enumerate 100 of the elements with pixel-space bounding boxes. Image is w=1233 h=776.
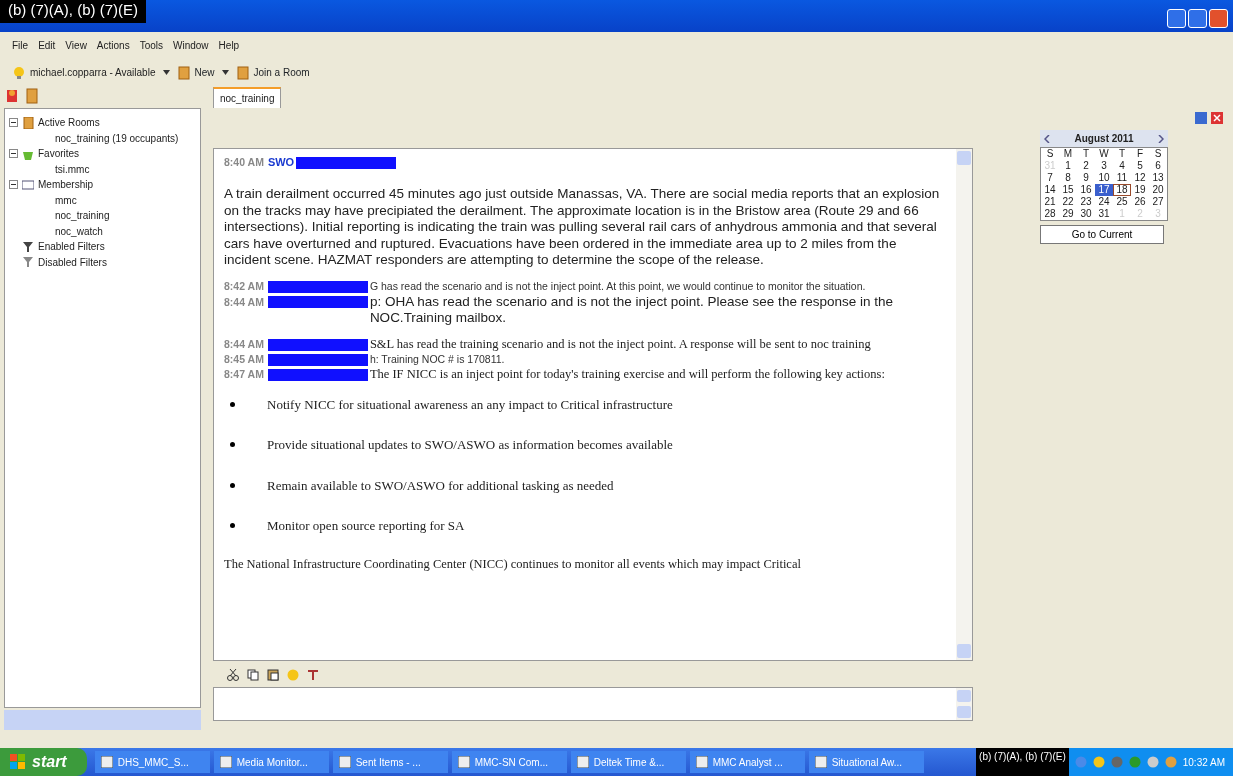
calendar-day[interactable]: 11 <box>1113 172 1131 184</box>
taskbar-button[interactable]: DHS_MMC_S... <box>94 751 210 773</box>
calendar-day[interactable]: 1 <box>1059 160 1077 172</box>
message-time: 8:45 AM <box>224 353 264 365</box>
tree-item[interactable]: Favorites <box>38 146 80 162</box>
window-icon <box>219 756 232 768</box>
menu-item[interactable]: Help <box>218 38 240 53</box>
scrollbar[interactable] <box>4 710 201 730</box>
room-tab[interactable]: noc_training <box>213 87 282 108</box>
dropdown-caret-icon[interactable] <box>163 70 171 75</box>
taskbar-button[interactable]: MMC-SN Com... <box>451 751 567 773</box>
tree-item[interactable]: Active Rooms <box>38 115 100 131</box>
calendar-day[interactable]: 20 <box>1149 184 1167 196</box>
calendar-day[interactable]: 3 <box>1095 160 1113 172</box>
menu-item[interactable]: Actions <box>96 38 130 53</box>
tray-icon[interactable] <box>1146 756 1159 768</box>
close-button[interactable] <box>1209 9 1228 28</box>
tree-item[interactable]: Disabled Filters <box>38 254 107 270</box>
menu-item[interactable]: Tools <box>139 38 163 53</box>
chevron-right-icon[interactable] <box>1158 134 1164 143</box>
calendar-day[interactable]: 5 <box>1131 160 1149 172</box>
calendar-day[interactable]: 17 <box>1095 184 1113 196</box>
maximize-button[interactable] <box>1188 9 1207 28</box>
calendar-day[interactable]: 30 <box>1077 208 1095 220</box>
calendar-day[interactable]: 12 <box>1131 172 1149 184</box>
bullet-icon <box>230 482 235 488</box>
paste-icon[interactable] <box>267 669 279 681</box>
calendar-day[interactable]: 19 <box>1131 184 1149 196</box>
chevron-left-icon[interactable] <box>1044 134 1050 143</box>
tree-item[interactable]: noc_watch <box>55 223 103 239</box>
font-icon[interactable] <box>307 669 319 681</box>
message-text: The National Infrastructure Coordinating Center (NICC) continues to monitor all events which may impact Critical <box>224 556 801 572</box>
scissors-icon[interactable] <box>227 669 239 681</box>
calendar-day[interactable]: 13 <box>1149 172 1167 184</box>
message-time: 8:44 AM <box>224 337 264 350</box>
message-text: The IF NICC is an inject point for today's training exercise and will perform the following key actions: <box>369 367 885 383</box>
window-icon <box>695 756 708 768</box>
calendar-day[interactable]: 14 <box>1041 184 1059 196</box>
taskbar-button[interactable]: Deltek Time &... <box>570 751 686 773</box>
tree-item[interactable]: noc_training <box>55 208 110 224</box>
filter-icon <box>22 256 34 269</box>
menu-item[interactable]: File <box>12 38 29 53</box>
calendar-day[interactable]: 21 <box>1041 196 1059 208</box>
tree-item[interactable]: tsi.mmc <box>55 161 90 177</box>
tree-item[interactable]: noc_training (19 occupants) <box>55 130 179 146</box>
taskbar-button[interactable]: MMC Analyst ... <box>689 751 805 773</box>
taskbar-button[interactable]: Sent Items - ... <box>332 751 448 773</box>
menu-item[interactable]: Window <box>173 38 209 53</box>
calendar-day[interactable]: 26 <box>1131 196 1149 208</box>
redaction-label: (b) (7)(A), (b) (7)(E) <box>0 0 146 23</box>
tray-icon[interactable] <box>1092 756 1105 768</box>
menu-item[interactable]: View <box>65 38 87 53</box>
calendar-day[interactable]: 15 <box>1059 184 1077 196</box>
collapse-icon[interactable] <box>9 180 18 190</box>
calendar-day[interactable]: 18 <box>1113 184 1131 196</box>
calendar-day[interactable]: 31 <box>1095 208 1113 220</box>
toolbar-button[interactable]: New <box>178 65 215 80</box>
calendar-day[interactable]: 2 <box>1077 160 1095 172</box>
calendar-day[interactable]: 16 <box>1077 184 1095 196</box>
collapse-icon[interactable] <box>9 118 18 128</box>
weekday-label: F <box>1135 148 1145 160</box>
calendar-day[interactable]: 29 <box>1059 208 1077 220</box>
minimize-button[interactable] <box>1167 9 1186 28</box>
calendar-day[interactable]: 25 <box>1113 196 1131 208</box>
collapse-icon[interactable] <box>9 149 18 159</box>
calendar-day[interactable]: 28 <box>1041 208 1059 220</box>
tree-item[interactable]: Enabled Filters <box>38 239 105 255</box>
people-icon[interactable] <box>4 88 20 104</box>
taskbar-button[interactable]: Media Monitor... <box>213 751 329 773</box>
window-icon <box>814 756 827 768</box>
bullet-icon <box>230 442 235 448</box>
dropdown-caret-icon[interactable] <box>222 70 230 75</box>
copy-icon[interactable] <box>247 669 259 681</box>
bullet-text: Notify NICC for situational awareness an any impact to Critical infrastructure <box>267 395 673 414</box>
go-to-current-button[interactable]: Go to Current <box>1040 225 1164 244</box>
status-label[interactable]: michael.copparra - Available <box>30 65 156 80</box>
menu-item[interactable]: Edit <box>38 38 56 53</box>
calendar-day[interactable]: 6 <box>1149 160 1167 172</box>
calendar-day[interactable]: 4 <box>1113 160 1131 172</box>
window-icon <box>100 756 113 768</box>
calendar-day[interactable]: 9 <box>1077 172 1095 184</box>
calendar-day[interactable]: 22 <box>1059 196 1077 208</box>
room-icon[interactable] <box>24 88 40 104</box>
calendar-day[interactable]: 7 <box>1041 172 1059 184</box>
tree-item[interactable]: Membership <box>38 177 94 193</box>
start-button[interactable]: start <box>0 748 87 776</box>
windows-logo-icon <box>10 754 26 770</box>
toolbar-button[interactable]: Join a Room <box>237 65 310 80</box>
close-icon[interactable] <box>1211 112 1223 124</box>
taskbar-button[interactable]: Situational Aw... <box>808 751 924 773</box>
calendar-day[interactable]: 23 <box>1077 196 1095 208</box>
calendar-day[interactable]: 24 <box>1095 196 1113 208</box>
calendar-day[interactable]: 27 <box>1149 196 1167 208</box>
calendar-day[interactable]: 10 <box>1095 172 1113 184</box>
filter-icon <box>22 240 34 253</box>
calendar-day[interactable]: 8 <box>1059 172 1077 184</box>
tree-item[interactable]: mmc <box>55 192 77 208</box>
weekday-label: S <box>1153 148 1163 160</box>
bullet-text: Remain available to SWO/ASWO for additional tasking as needed <box>267 476 614 495</box>
redaction-label: (b) (7)(A), (b) (7)(E) <box>976 748 1069 776</box>
